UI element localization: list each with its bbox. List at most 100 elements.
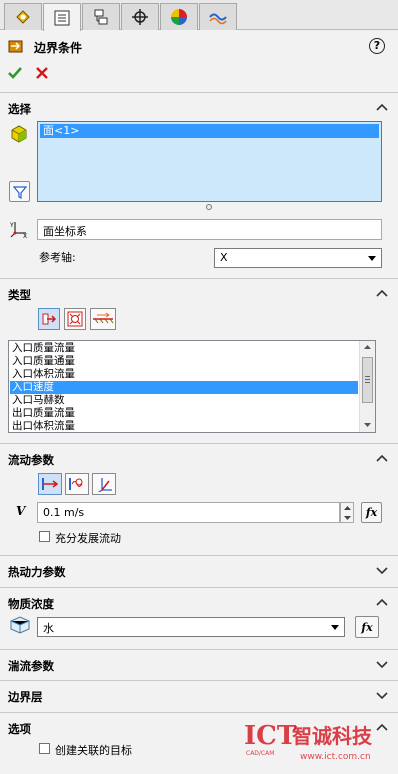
chevron-down-icon — [368, 256, 376, 261]
section-thermodynamic[interactable]: 热动力参数 — [0, 555, 398, 585]
watermark-url: www.ict.com.cn — [300, 752, 371, 762]
scroll-up-icon[interactable] — [363, 344, 372, 350]
section-turbulence-header: 湍流参数 — [8, 659, 54, 673]
wall-toggle[interactable] — [90, 308, 116, 330]
reference-axis-value: X — [220, 251, 228, 264]
type-list-scrollbar[interactable] — [359, 341, 375, 432]
substance-select[interactable]: 水 — [37, 617, 345, 637]
svg-text:X: X — [23, 233, 27, 239]
pressure-openings-toggle[interactable] — [64, 308, 86, 330]
spin-up-icon[interactable] — [343, 505, 352, 511]
wall-icon — [93, 312, 114, 324]
swirl-toggle[interactable] — [65, 473, 89, 495]
selection-filter-button[interactable] — [9, 181, 30, 202]
tab-flow-analysis-tree[interactable] — [199, 3, 237, 30]
section-options-header: 选项 — [8, 722, 31, 736]
spin-down-icon[interactable] — [343, 515, 352, 521]
3d-vector-icon — [97, 478, 112, 492]
section-boundary-layer[interactable]: 边界层 — [0, 680, 398, 710]
property-manager-icon — [54, 10, 70, 25]
list-item[interactable]: 入口马赫数 — [10, 394, 358, 407]
create-goal-label: 创建关联的目标 — [55, 744, 132, 757]
chevron-down-icon[interactable] — [376, 659, 388, 669]
section-boundary-layer-header: 边界层 — [8, 690, 43, 704]
boundary-condition-icon — [8, 40, 23, 53]
scroll-thumb[interactable] — [362, 357, 373, 403]
chevron-up-icon[interactable] — [376, 453, 388, 463]
fluid-icon — [10, 616, 30, 634]
section-thermo-header: 热动力参数 — [8, 565, 66, 579]
list-resize-handle[interactable] — [206, 204, 212, 210]
panel-title: 边界条件 — [34, 41, 83, 55]
ok-check-icon[interactable] — [7, 65, 23, 81]
list-item[interactable]: 入口质量流量 — [10, 342, 358, 355]
display-manager-icon — [171, 9, 187, 25]
chevron-up-icon[interactable] — [376, 597, 388, 607]
cancel-x-icon[interactable] — [34, 65, 50, 81]
grip-line — [365, 382, 370, 383]
coordinate-system-icon: YX — [9, 222, 27, 239]
section-type-header: 类型 — [8, 288, 31, 302]
section-substance[interactable]: 物质浓度 — [0, 587, 398, 617]
watermark-brand: ICT — [244, 721, 297, 751]
tab-feature-manager[interactable] — [4, 3, 42, 30]
function-icon: fx — [365, 506, 378, 519]
section-selection-header: 选择 — [8, 102, 31, 116]
flow-opening-icon — [42, 313, 57, 325]
section-type[interactable]: 类型 — [0, 278, 398, 308]
3d-vector-toggle[interactable] — [92, 473, 116, 495]
pressure-opening-icon — [67, 311, 83, 327]
tab-configuration-manager[interactable] — [82, 3, 120, 30]
help-icon[interactable]: ? — [369, 38, 385, 54]
watermark-logo: ICT CAD/CAM 智诚科技 www.ict.com.cn — [244, 722, 394, 770]
tab-display-manager[interactable] — [160, 3, 198, 30]
grip-line — [365, 376, 370, 377]
chevron-up-icon[interactable] — [376, 288, 388, 298]
reference-axis-label: 参考轴: — [39, 251, 76, 264]
create-goal-checkbox[interactable] — [39, 743, 50, 754]
section-selection[interactable]: 选择 — [0, 92, 398, 122]
watermark-company: 智诚科技 — [292, 724, 372, 748]
velocity-symbol: V — [16, 504, 26, 518]
normal-to-face-toggle[interactable] — [38, 473, 62, 495]
fully-developed-checkbox[interactable] — [39, 531, 50, 542]
substance-fx-button[interactable]: fx — [355, 616, 379, 638]
reference-axis-select[interactable]: X — [214, 248, 382, 268]
tab-property-manager[interactable] — [43, 3, 81, 31]
list-item[interactable]: 出口体积流量 — [10, 420, 358, 433]
dimxpert-icon — [132, 9, 148, 25]
velocity-fx-button[interactable]: fx — [361, 502, 382, 523]
fully-developed-label: 充分发展流动 — [55, 532, 121, 545]
scroll-down-icon[interactable] — [363, 422, 372, 428]
velocity-input[interactable]: 0.1 m/s — [37, 502, 340, 523]
manager-tabs — [0, 0, 398, 31]
chevron-up-icon[interactable] — [376, 102, 388, 112]
watermark-sub: CAD/CAM — [246, 750, 275, 757]
flow-openings-toggle[interactable] — [38, 308, 60, 330]
chevron-down-icon[interactable] — [376, 690, 388, 700]
selection-list[interactable]: 面<1> — [37, 121, 382, 202]
selection-item[interactable]: 面<1> — [40, 124, 379, 138]
swirl-icon — [69, 478, 83, 490]
configuration-manager-icon — [94, 9, 108, 25]
list-item[interactable]: 入口质量通量 — [10, 355, 358, 368]
tab-dimxpert[interactable] — [121, 3, 159, 30]
chevron-down-icon — [331, 625, 339, 630]
list-item[interactable]: 入口体积流量 — [10, 368, 358, 381]
section-turbulence[interactable]: 湍流参数 — [0, 649, 398, 679]
face-selection-icon — [11, 125, 27, 143]
section-substance-header: 物质浓度 — [8, 597, 54, 611]
flow-analysis-tree-icon — [209, 13, 227, 25]
chevron-down-icon[interactable] — [376, 565, 388, 575]
section-flow-parameters[interactable]: 流动参数 — [0, 443, 398, 473]
list-item-selected[interactable]: 入口速度 — [10, 381, 358, 394]
feature-manager-icon — [16, 10, 30, 24]
filter-icon — [12, 185, 27, 199]
function-icon: fx — [361, 620, 373, 634]
velocity-spinner[interactable] — [340, 502, 354, 523]
list-item[interactable]: 出口质量流量 — [10, 407, 358, 420]
svg-text:Y: Y — [9, 222, 14, 229]
grip-line — [365, 379, 370, 380]
coordinate-system-field[interactable]: 面坐标系 — [37, 219, 382, 240]
boundary-type-list[interactable]: 入口质量流量 入口质量通量 入口体积流量 入口速度 入口马赫数 出口质量流量 出… — [8, 340, 376, 433]
